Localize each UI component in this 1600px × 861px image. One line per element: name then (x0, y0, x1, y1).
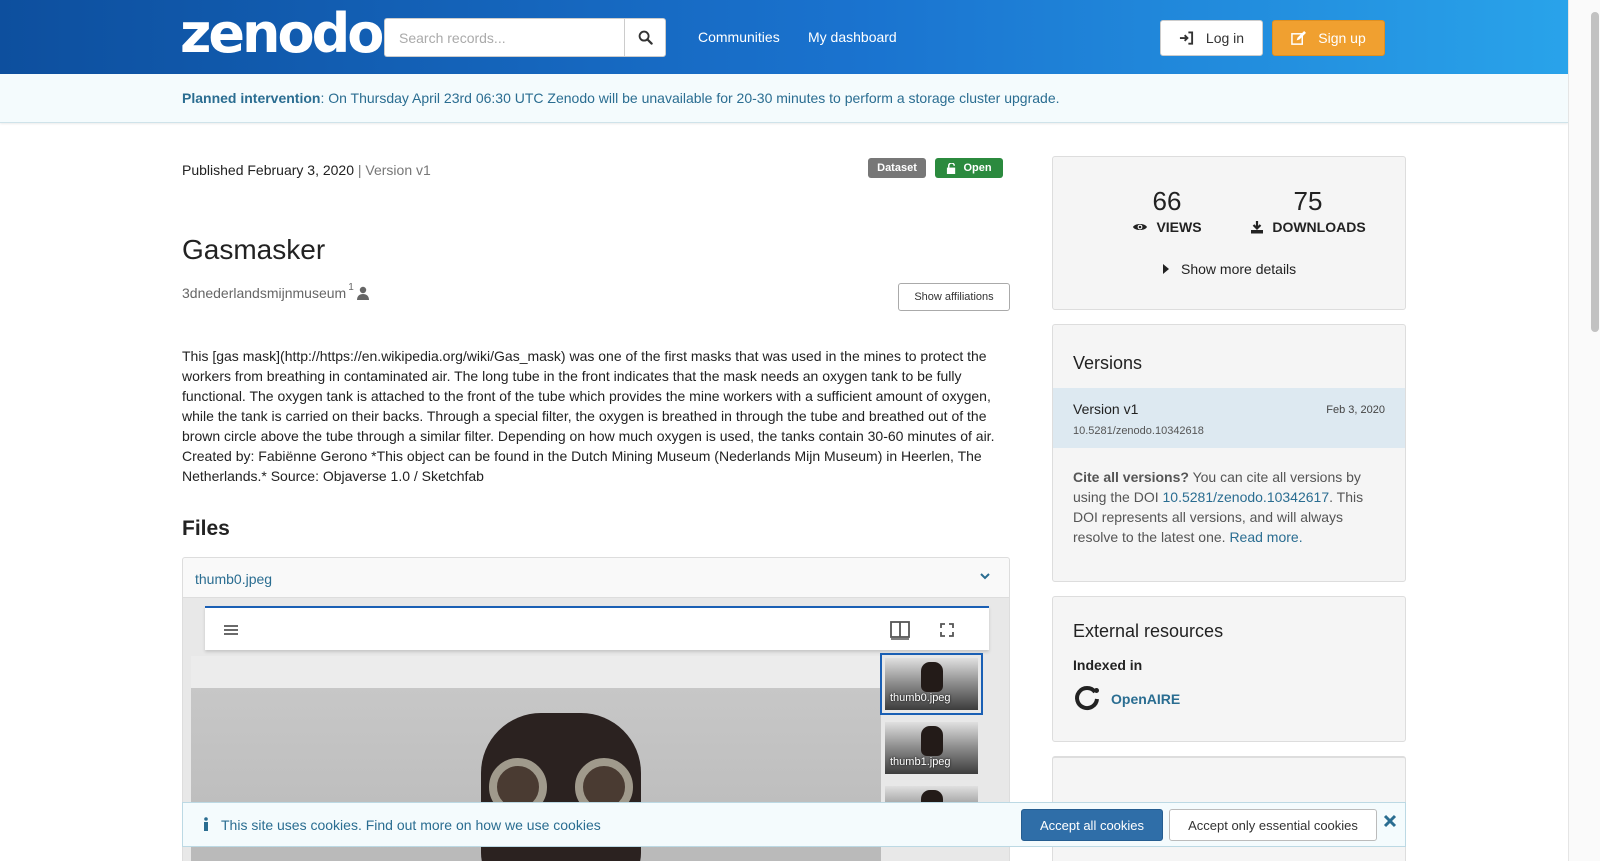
signup-button[interactable]: Sign up (1272, 20, 1385, 56)
file-panel-header[interactable]: thumb0.jpeg (182, 557, 1010, 598)
login-button[interactable]: Log in (1160, 20, 1263, 56)
creator: 3dnederlandsmijnmuseum 1 (182, 282, 370, 301)
views-count: 66 (1152, 186, 1182, 216)
openaire-link[interactable]: OpenAIRE (1073, 685, 1180, 713)
user-icon (356, 286, 369, 300)
search-icon (638, 30, 653, 45)
downloads-label-row: DOWNLOADS (1243, 219, 1373, 235)
accept-essential-cookies-button[interactable]: Accept only essential cookies (1169, 809, 1377, 841)
more-details-label: Show more details (1181, 261, 1297, 277)
accept-all-cookies-button[interactable]: Accept all cookies (1021, 809, 1163, 841)
resource-type-badge: Dataset (868, 158, 926, 178)
cookie-text: This site uses cookies. Find out more on (221, 817, 476, 833)
downloads-stat: 75 DOWNLOADS (1243, 187, 1373, 235)
viewer-toolbar (205, 606, 989, 650)
show-affiliations-button[interactable]: Show affiliations (898, 283, 1010, 311)
nav-communities[interactable]: Communities (698, 29, 780, 45)
cite-all-versions: Cite all versions? You can cite all vers… (1073, 467, 1387, 547)
banner-text: : On Thursday April 23rd 06:30 UTC Zenod… (320, 90, 1060, 106)
unlock-icon (947, 162, 956, 174)
version-doi: 10.5281/zenodo.10342618 (1073, 425, 1204, 437)
external-resources-card: External resources Indexed in OpenAIRE (1052, 596, 1406, 742)
cite-title: Cite all versions? (1073, 469, 1189, 485)
downloads-label: DOWNLOADS (1272, 219, 1366, 235)
external-resources-heading: External resources (1073, 621, 1224, 641)
views-label-row: VIEWS (1117, 219, 1217, 235)
thumbnail-shape (921, 662, 943, 692)
stats-card: 66 VIEWS 75 DOWNLOADS Show more details (1052, 156, 1406, 310)
thumbnail-shape (921, 726, 943, 756)
files-heading: Files (182, 517, 230, 540)
creator-affiliation-index: 1 (348, 282, 354, 293)
thumbnail-item[interactable]: thumb1.jpeg (885, 722, 978, 774)
published-date: Published February 3, 2020 (182, 162, 354, 178)
version-label: | Version v1 (357, 162, 431, 178)
nav-my-dashboard[interactable]: My dashboard (808, 29, 897, 45)
versions-heading: Versions (1073, 353, 1143, 373)
caret-right-icon (1163, 264, 1169, 274)
banner-title: Planned intervention (182, 90, 321, 106)
read-more-link[interactable]: Read more. (1229, 529, 1302, 545)
maintenance-banner: Planned intervention: On Thursday April … (0, 74, 1568, 123)
thumbnail-item[interactable]: thumb0.jpeg (880, 653, 983, 715)
openaire-logo-icon (1075, 686, 1099, 711)
downloads-count: 75 (1293, 186, 1323, 216)
edit-icon (1291, 30, 1307, 45)
concept-doi-link[interactable]: 10.5281/zenodo.10342617 (1163, 489, 1330, 505)
download-icon (1251, 221, 1264, 234)
indexed-in-label: Indexed in (1073, 657, 1143, 673)
zenodo-logo[interactable]: zenodo (180, 4, 384, 64)
creator-name[interactable]: 3dnederlandsmijnmuseum (182, 285, 346, 301)
thumbnail-label: thumb1.jpeg (890, 756, 951, 768)
show-more-details-toggle[interactable]: Show more details (1163, 261, 1296, 277)
book-view-icon[interactable] (889, 620, 911, 640)
record-description: This [gas mask](http://https://en.wikipe… (182, 348, 995, 484)
cookie-message: This site uses cookies. Find out more on… (221, 817, 601, 833)
page-scrollbar[interactable] (1568, 0, 1600, 861)
record-title: Gasmasker (182, 234, 326, 265)
version-row[interactable]: Version v1 Feb 3, 2020 10.5281/zenodo.10… (1053, 388, 1405, 448)
thumbnail-label: thumb0.jpeg (890, 692, 951, 704)
access-label: Open (963, 162, 992, 174)
version-date: Feb 3, 2020 (1326, 404, 1385, 416)
access-badge: Open (935, 158, 1003, 178)
eye-icon (1133, 224, 1148, 230)
info-icon (204, 817, 208, 831)
signup-label: Sign up (1318, 30, 1366, 46)
top-header: zenodo Communities My dashboard Log in S… (0, 0, 1568, 74)
scrollbar-thumb[interactable] (1591, 12, 1599, 332)
fullscreen-icon[interactable] (937, 620, 957, 640)
chevron-down-icon[interactable] (979, 570, 991, 582)
file-name-link[interactable]: thumb0.jpeg (195, 571, 272, 587)
login-label: Log in (1205, 30, 1245, 46)
search-bar (384, 18, 666, 57)
publication-info: Published February 3, 2020 | Version v1 (182, 162, 431, 178)
menu-icon[interactable] (221, 620, 241, 640)
versions-card: Versions Version v1 Feb 3, 2020 10.5281/… (1052, 324, 1406, 582)
close-icon[interactable] (1383, 814, 1397, 828)
views-label: VIEWS (1156, 219, 1202, 235)
cookie-banner: This site uses cookies. Find out more on… (182, 802, 1406, 847)
cookie-policy-link[interactable]: how we use cookies (475, 817, 600, 833)
sign-in-icon (1179, 31, 1193, 45)
search-button[interactable] (624, 18, 666, 57)
views-stat: 66 VIEWS (1117, 187, 1217, 235)
search-input[interactable] (384, 18, 624, 57)
openaire-label: OpenAIRE (1111, 691, 1181, 707)
version-name: Version v1 (1073, 401, 1139, 417)
